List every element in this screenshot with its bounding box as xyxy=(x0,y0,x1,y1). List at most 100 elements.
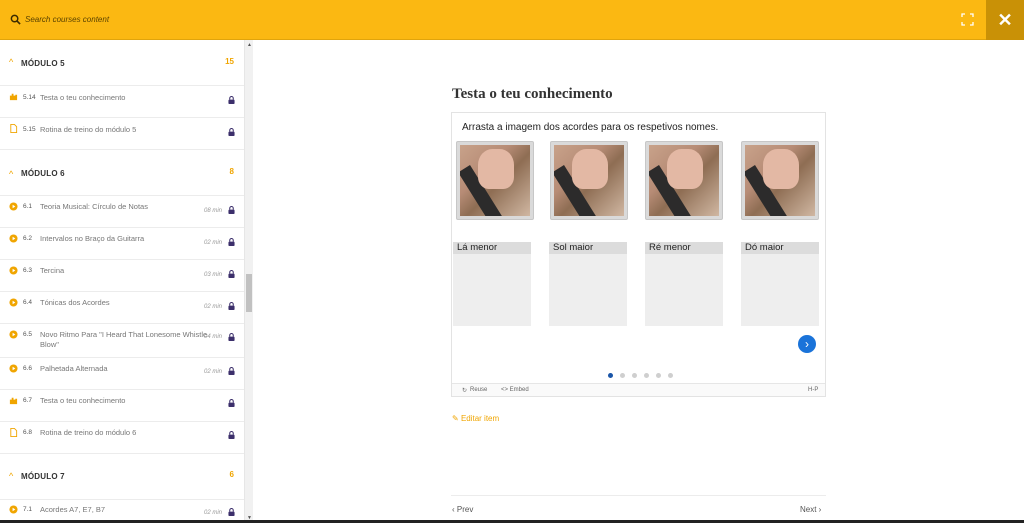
chord-image-draggable[interactable] xyxy=(741,141,819,220)
dropzone-label: Sol maior xyxy=(549,242,627,254)
lesson-item[interactable]: 6.8 Rotina de treino do módulo 6 xyxy=(0,422,244,454)
guitar-chord-photo xyxy=(745,145,815,216)
lesson-duration: 03 min xyxy=(203,272,222,278)
lesson-title: Palhetada Alternada xyxy=(40,364,108,373)
chevron-right-icon: › xyxy=(816,505,822,514)
chord-image-draggable[interactable] xyxy=(550,141,628,220)
pagination-dot[interactable] xyxy=(656,373,661,378)
activity-question: Arrasta a imagem dos acordes para os res… xyxy=(462,122,719,133)
lesson-title: Testa o teu conhecimento xyxy=(40,396,126,405)
search-icon[interactable] xyxy=(10,14,21,25)
module-header-6[interactable]: ^ MÓDULO 6 8 xyxy=(0,150,244,196)
dropzone[interactable]: Lá menor xyxy=(453,242,531,326)
lock-icon xyxy=(228,238,235,246)
drag-and-drop-activity: Arrasta a imagem dos acordes para os res… xyxy=(451,112,826,397)
guitar-chord-photo xyxy=(554,145,624,216)
lock-icon xyxy=(228,508,235,516)
chevron-up-icon: ^ xyxy=(9,169,14,179)
lesson-item[interactable]: 6.7 Testa o teu conhecimento xyxy=(0,390,244,422)
search-input[interactable]: Search courses content xyxy=(25,15,109,24)
module-title: MÓDULO 5 xyxy=(21,59,65,68)
lesson-duration: 04 min xyxy=(203,334,222,340)
prev-button[interactable]: ‹ Prev xyxy=(452,505,473,514)
document-icon xyxy=(10,124,18,133)
lesson-number: 6.8 xyxy=(23,429,33,436)
lesson-title: Tónicas dos Acordes xyxy=(40,298,110,307)
lesson-number: 6.2 xyxy=(23,235,33,242)
next-slide-button[interactable]: › xyxy=(798,335,816,353)
lock-icon xyxy=(228,96,235,104)
lock-icon xyxy=(228,128,235,136)
lesson-item[interactable]: 5.14 Testa o teu conhecimento xyxy=(0,86,244,118)
edit-item-label: Editar item xyxy=(460,414,500,423)
dropzone[interactable]: Ré menor xyxy=(645,242,723,326)
edit-item-link[interactable]: ✎ Editar item xyxy=(452,414,499,423)
divider xyxy=(451,495,826,496)
top-bar: Search courses content ✕ xyxy=(0,0,1024,40)
lesson-number: 6.3 xyxy=(23,267,33,274)
lesson-item[interactable]: 6.6 Palhetada Alternada 02 min xyxy=(0,358,244,390)
lesson-item[interactable]: 5.15 Rotina de treino do módulo 5 xyxy=(0,118,244,150)
pagination-dot[interactable] xyxy=(620,373,625,378)
lesson-title: Novo Ritmo Para "I Heard That Lonesome W… xyxy=(40,330,208,349)
lesson-title: Tercina xyxy=(40,266,65,275)
module-title: MÓDULO 6 xyxy=(21,169,65,178)
lock-icon xyxy=(228,302,235,310)
module-lesson-count: 6 xyxy=(229,470,234,479)
edit-icon: ✎ xyxy=(452,414,459,423)
module-header-7[interactable]: ^ MÓDULO 7 6 xyxy=(0,454,244,500)
chord-image-draggable[interactable] xyxy=(645,141,723,220)
next-button[interactable]: Next › xyxy=(800,505,821,514)
lesson-item[interactable]: 6.5 Novo Ritmo Para "I Heard That Loneso… xyxy=(0,324,244,358)
lesson-item[interactable]: 6.3 Tercina 03 min xyxy=(0,260,244,292)
scroll-up-arrow-icon[interactable]: ▲ xyxy=(247,42,252,48)
play-icon xyxy=(9,266,18,275)
lesson-duration: 02 min xyxy=(203,510,222,516)
module-lesson-count: 8 xyxy=(229,167,234,176)
lesson-duration: 08 min xyxy=(203,208,222,214)
lesson-item[interactable]: 6.2 Intervalos no Braço da Guitarra 02 m… xyxy=(0,228,244,260)
lesson-number: 5.14 xyxy=(23,94,36,101)
lesson-number: 6.1 xyxy=(23,203,33,210)
page-title: Testa o teu conhecimento xyxy=(452,86,613,102)
guitar-chord-photo xyxy=(649,145,719,216)
dropzone[interactable]: Sol maior xyxy=(549,242,627,326)
lesson-title: Rotina de treino do módulo 5 xyxy=(40,125,137,134)
module-title: MÓDULO 7 xyxy=(21,472,65,481)
lesson-item[interactable]: 6.1 Teoria Musical: Círculo de Notas 08 … xyxy=(0,196,244,228)
sidebar-scrollbar[interactable]: ▲ ▼ xyxy=(244,40,253,523)
reuse-icon: ↻ xyxy=(462,388,468,394)
h5p-logo[interactable]: H-P xyxy=(808,387,818,393)
lesson-number: 6.7 xyxy=(23,397,33,404)
lock-icon xyxy=(228,367,235,375)
embed-button[interactable]: <> Embed xyxy=(501,387,529,393)
course-sidebar: ^ MÓDULO 5 15 5.14 Testa o teu conhecime… xyxy=(0,40,244,523)
lock-icon xyxy=(228,270,235,278)
dropzone[interactable]: Dó maior xyxy=(741,242,819,326)
lock-icon xyxy=(228,399,235,407)
lesson-title: Testa o teu conhecimento xyxy=(40,93,126,102)
pagination-dot[interactable] xyxy=(644,373,649,378)
pagination-dot[interactable] xyxy=(632,373,637,378)
pagination-dot[interactable] xyxy=(608,373,613,378)
close-button[interactable]: ✕ xyxy=(986,0,1024,40)
lesson-item[interactable]: 6.4 Tónicas dos Acordes 02 min xyxy=(0,292,244,324)
play-icon xyxy=(9,298,18,307)
lock-icon xyxy=(228,206,235,214)
reuse-button[interactable]: Reuse xyxy=(470,387,487,393)
fullscreen-icon[interactable] xyxy=(961,13,974,26)
lesson-number: 6.5 xyxy=(23,331,33,338)
play-icon xyxy=(9,330,18,339)
pagination-dot[interactable] xyxy=(668,373,673,378)
quiz-icon xyxy=(9,93,18,101)
module-lesson-count: 15 xyxy=(225,57,234,66)
dropzone-label: Dó maior xyxy=(741,242,819,254)
scrollbar-thumb[interactable] xyxy=(246,274,252,312)
chord-image-draggable[interactable] xyxy=(456,141,534,220)
chevron-up-icon: ^ xyxy=(9,471,14,481)
module-header-5[interactable]: ^ MÓDULO 5 15 xyxy=(0,40,244,86)
lesson-duration: 02 min xyxy=(203,304,222,310)
dropzone-label: Lá menor xyxy=(453,242,531,254)
close-icon: ✕ xyxy=(997,10,1013,30)
quiz-icon xyxy=(9,397,18,405)
